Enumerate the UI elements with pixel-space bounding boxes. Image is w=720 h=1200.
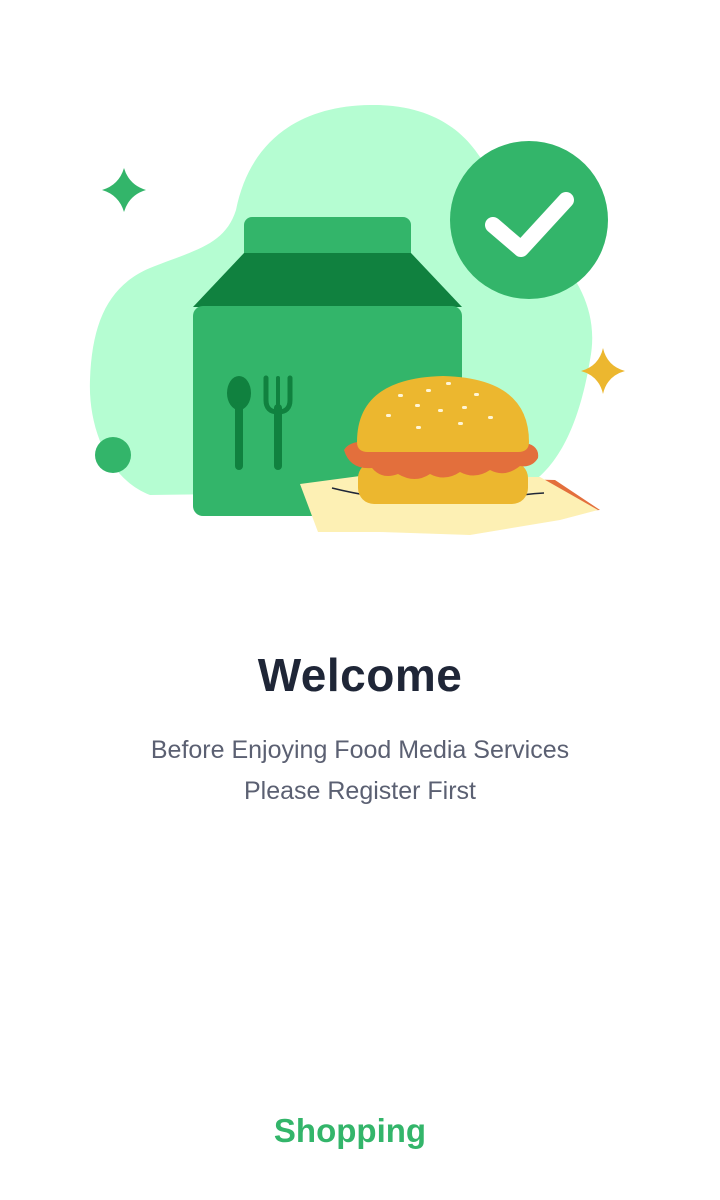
- sparkle-icon: [102, 168, 146, 212]
- subtitle-line-2: Please Register First: [243, 777, 477, 805]
- check-circle-icon: [450, 141, 608, 299]
- welcome-illustration: [89, 104, 625, 535]
- page-title: Welcome: [257, 649, 463, 701]
- subtitle-line-1: Before Enjoying Food Media Services: [150, 736, 570, 764]
- dot-icon: [95, 437, 131, 473]
- shopping-button[interactable]: Shopping: [230, 1104, 470, 1158]
- welcome-subtitle: Before Enjoying Food Media Services Plea…: [0, 730, 720, 812]
